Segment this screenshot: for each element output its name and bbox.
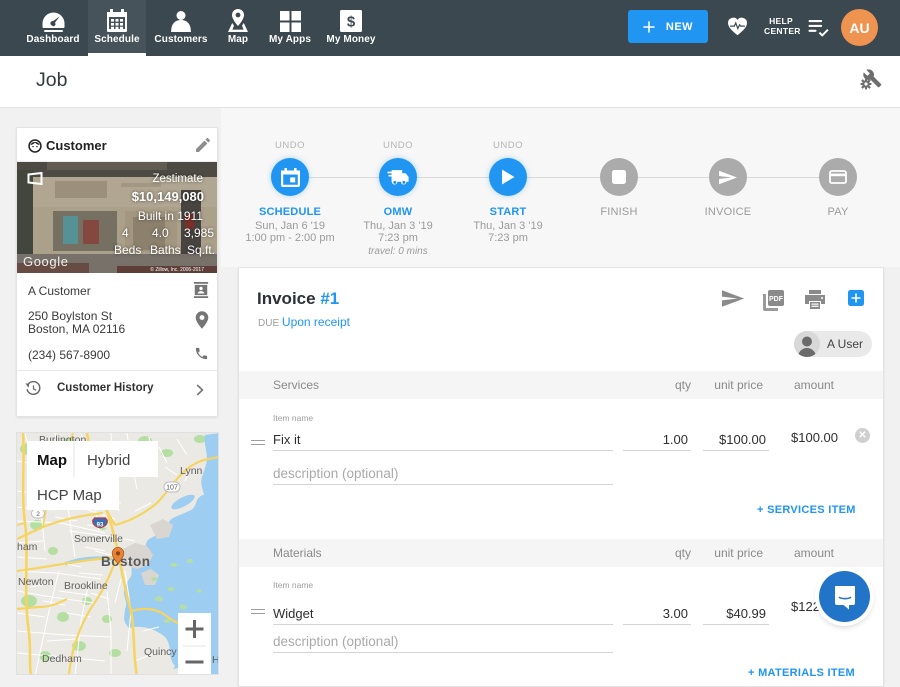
svg-text:Quincy: Quincy <box>144 646 177 658</box>
svg-text:Brookline: Brookline <box>64 580 108 592</box>
svg-text:Hybrid: Hybrid <box>87 452 130 469</box>
svg-text:Boston: Boston <box>101 554 151 569</box>
svg-text:107: 107 <box>166 485 178 492</box>
svg-text:ham: ham <box>17 541 38 553</box>
svg-text:93: 93 <box>97 523 104 529</box>
svg-text:Map: Map <box>37 452 67 469</box>
svg-text:Lynn: Lynn <box>180 465 203 477</box>
svg-text:Hi: Hi <box>212 654 219 666</box>
svg-text:2: 2 <box>36 511 40 518</box>
svg-text:Somerville: Somerville <box>74 533 123 545</box>
svg-text:Newton: Newton <box>18 576 54 588</box>
svg-text:HCP Map: HCP Map <box>37 487 102 504</box>
svg-text:$: $ <box>347 14 356 31</box>
svg-text:Dedham: Dedham <box>42 653 82 665</box>
svg-text:PDF: PDF <box>769 296 784 303</box>
